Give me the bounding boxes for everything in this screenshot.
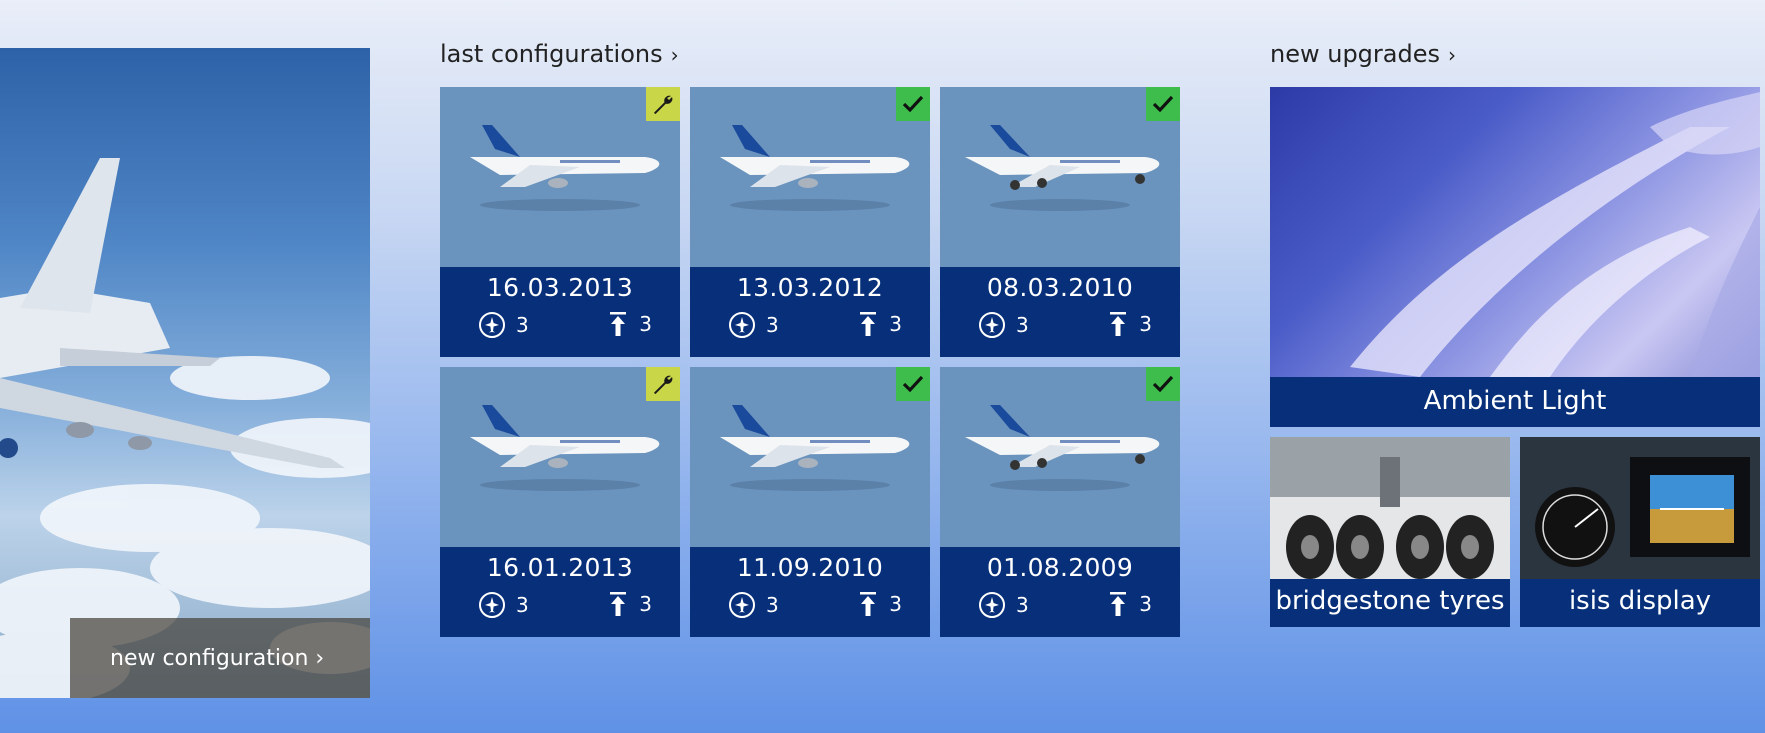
wrench-icon: [646, 87, 680, 121]
upgrades-stat: 3: [1107, 591, 1152, 617]
configuration-tile[interactable]: 16.03.2013 3 3: [440, 87, 680, 357]
upgrades-count: 3: [1139, 312, 1152, 336]
configuration-tile[interactable]: 11.09.2010 3 3: [690, 367, 930, 637]
airplane-circle-icon: [729, 312, 755, 338]
upload-arrow-icon: [860, 312, 877, 336]
configuration-date: 13.03.2012: [736, 273, 884, 302]
new-upgrades-title: new upgrades: [1270, 40, 1440, 68]
configuration-info: 16.03.2013 3 3: [440, 267, 680, 357]
ambient-light-image: [1350, 92, 1760, 377]
new-configuration-button[interactable]: new configuration ›: [70, 618, 370, 698]
upgrades-count: 3: [639, 592, 652, 616]
airplane-image: [720, 405, 910, 491]
configuration-info: 13.03.2012 3 3: [690, 267, 930, 357]
upgrades-stat: 3: [857, 591, 902, 617]
upgrades-stat: 3: [607, 311, 652, 337]
airplane-circle-icon: [729, 592, 755, 618]
tyres-image: [1270, 437, 1510, 579]
planes-stat: 3: [978, 591, 1029, 619]
planes-count: 3: [1016, 313, 1029, 337]
upgrades-stat: 3: [607, 591, 652, 617]
ambient-light-label: Ambient Light: [1270, 377, 1760, 427]
airplane-circle-icon: [979, 592, 1005, 618]
airplane-image: [720, 125, 910, 211]
hero-panel[interactable]: new configuration ›: [0, 48, 370, 698]
upgrades-count: 3: [1139, 592, 1152, 616]
airplane-circle-icon: [979, 312, 1005, 338]
planes-count: 3: [1016, 593, 1029, 617]
chevron-right-icon: ›: [1448, 43, 1456, 67]
upgrades-stat: 3: [1107, 311, 1152, 337]
configuration-date: 11.09.2010: [736, 553, 884, 582]
new-configuration-label: new configuration ›: [110, 645, 325, 671]
upload-arrow-icon: [610, 592, 627, 616]
upload-arrow-icon: [1110, 592, 1127, 616]
configuration-tile[interactable]: 08.03.2010 3 3: [940, 87, 1180, 357]
chevron-right-icon: ›: [670, 43, 679, 67]
hero-airplane-image: [0, 158, 370, 698]
configuration-date: 01.08.2009: [986, 553, 1134, 582]
wrench-icon: [646, 367, 680, 401]
configuration-tile[interactable]: 16.01.2013 3 3: [440, 367, 680, 637]
configuration-date: 16.03.2013: [486, 273, 634, 302]
planes-count: 3: [766, 313, 779, 337]
upgrades-count: 3: [639, 312, 652, 336]
airplane-image: [965, 125, 1160, 211]
planes-stat: 3: [728, 311, 779, 339]
airplane-circle-icon: [479, 592, 505, 618]
upgrade-isis-display[interactable]: isis display: [1520, 437, 1760, 627]
check-icon: [896, 87, 930, 121]
configuration-date: 16.01.2013: [486, 553, 634, 582]
upgrades-count: 3: [889, 312, 902, 336]
last-configurations-title: last configurations: [440, 40, 663, 68]
planes-stat: 3: [728, 591, 779, 619]
configuration-date: 08.03.2010: [986, 273, 1134, 302]
check-icon: [896, 367, 930, 401]
isis-display-label: isis display: [1520, 579, 1760, 627]
planes-stat: 3: [478, 591, 529, 619]
planes-count: 3: [766, 593, 779, 617]
configuration-info: 08.03.2010 3 3: [940, 267, 1180, 357]
last-configurations-heading[interactable]: last configurations ›: [440, 40, 679, 68]
bridgestone-tyres-label: bridgestone tyres: [1270, 579, 1510, 627]
airplane-image: [470, 405, 660, 491]
configuration-tile[interactable]: 01.08.2009 3 3: [940, 367, 1180, 637]
upload-arrow-icon: [610, 312, 627, 336]
planes-stat: 3: [478, 311, 529, 339]
new-upgrades-heading[interactable]: new upgrades ›: [1270, 40, 1456, 68]
planes-stat: 3: [978, 311, 1029, 339]
upload-arrow-icon: [1110, 312, 1127, 336]
upgrades-count: 3: [889, 592, 902, 616]
planes-count: 3: [516, 313, 529, 337]
configuration-tile[interactable]: 13.03.2012 3 3: [690, 87, 930, 357]
configuration-info: 01.08.2009 3 3: [940, 547, 1180, 637]
upgrade-bridgestone-tyres[interactable]: bridgestone tyres: [1270, 437, 1510, 627]
airplane-circle-icon: [479, 312, 505, 338]
airplane-image: [965, 405, 1160, 491]
upload-arrow-icon: [860, 592, 877, 616]
check-icon: [1146, 367, 1180, 401]
check-icon: [1146, 87, 1180, 121]
configuration-info: 16.01.2013 3 3: [440, 547, 680, 637]
upgrade-ambient-light[interactable]: Ambient Light: [1270, 87, 1760, 427]
airplane-image: [470, 125, 660, 211]
isis-display-image: [1520, 437, 1760, 579]
upgrades-stat: 3: [857, 311, 902, 337]
planes-count: 3: [516, 593, 529, 617]
configuration-info: 11.09.2010 3 3: [690, 547, 930, 637]
